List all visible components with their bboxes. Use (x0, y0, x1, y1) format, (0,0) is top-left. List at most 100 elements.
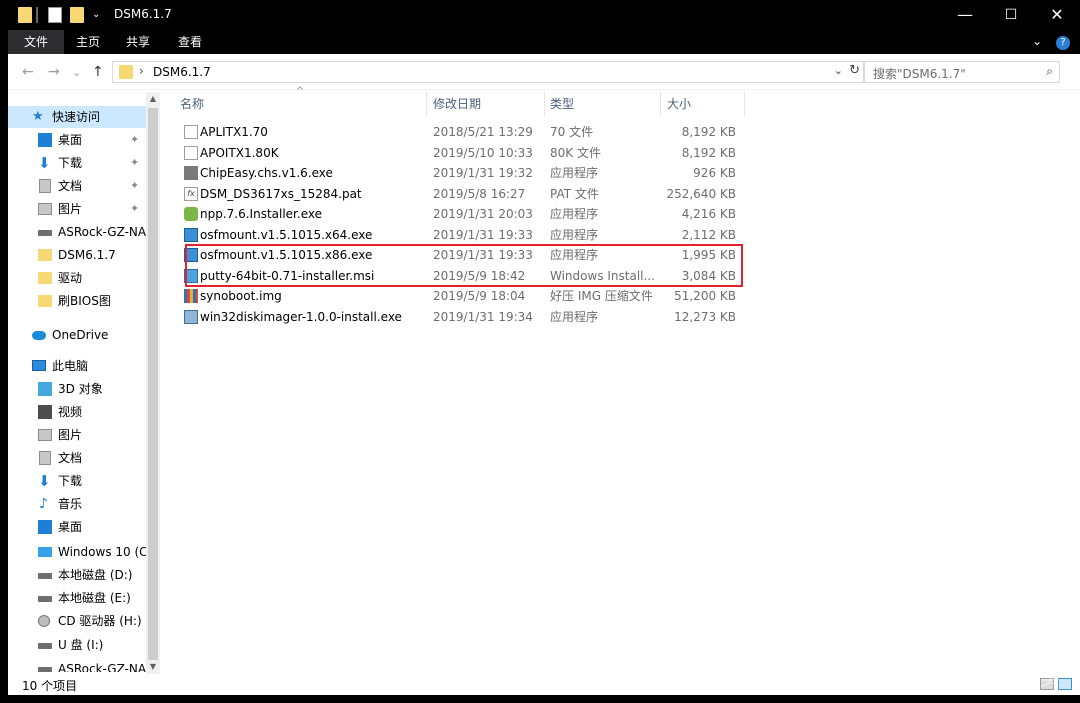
column-divider[interactable] (426, 92, 427, 116)
sidebar-item-label: ASRock-GZ-NA (58, 225, 146, 239)
tab-view[interactable]: 查看 (168, 30, 212, 54)
title-bar: ⌄ DSM6.1.7 — ☐ ✕ (8, 0, 1080, 30)
maximize-button[interactable]: ☐ (988, 0, 1034, 30)
close-button[interactable]: ✕ (1034, 0, 1080, 30)
folder-icon (119, 65, 133, 79)
address-path[interactable]: DSM6.1.7 (153, 65, 211, 79)
properties-icon[interactable] (48, 7, 62, 23)
sidebar-item-downloads-pc[interactable]: ⬇ 下载 (8, 470, 146, 492)
column-divider[interactable] (744, 92, 745, 116)
address-bar[interactable]: › DSM6.1.7 ⌄ ↻ (112, 61, 864, 83)
sidebar-item-onedrive[interactable]: OneDrive (8, 324, 146, 346)
sidebar-item-label: 文档 (58, 451, 83, 465)
file-size: 12,273 KB (674, 310, 736, 324)
sidebar-item-videos[interactable]: 视频 (8, 401, 146, 423)
file-row[interactable]: synoboot.img 2019/5/9 18:04 好压 IMG 压缩文件 … (180, 286, 744, 306)
file-size: 252,640 KB (666, 187, 736, 201)
sidebar-item-drive-e[interactable]: 本地磁盘 (E:) (8, 587, 146, 609)
archive-icon (184, 289, 198, 303)
sidebar-item-label: 3D 对象 (58, 382, 103, 396)
recent-locations-button[interactable]: ⌄ (72, 66, 81, 79)
pin-icon[interactable]: ✦ (130, 198, 139, 220)
sidebar-item-this-pc[interactable]: 此电脑 (8, 355, 146, 377)
sidebar-scrollbar[interactable]: ▲ ▼ (146, 92, 160, 674)
search-icon[interactable]: ⌕ (1046, 64, 1053, 79)
sidebar-item-drive-c[interactable]: Windows 10 (C (8, 541, 146, 563)
file-row[interactable]: win32diskimager-1.0.0-install.exe 2019/1… (180, 307, 744, 327)
help-icon[interactable]: ? (1056, 36, 1070, 50)
file-icon (184, 146, 198, 160)
chevron-right-icon[interactable]: › (139, 64, 144, 78)
sidebar-item-network-drive-2[interactable]: ASRock-GZ-NA (8, 658, 146, 672)
minimize-button[interactable]: — (942, 0, 988, 30)
ribbon-controls: ⌄ ? (1032, 34, 1070, 50)
sidebar-item-label: Windows 10 (C (58, 545, 146, 559)
sidebar-item-pictures-pc[interactable]: 图片 (8, 424, 146, 446)
pin-icon[interactable]: ✦ (130, 175, 139, 197)
refresh-button[interactable]: ↻ (849, 63, 860, 78)
folder-icon (38, 249, 52, 261)
file-row[interactable]: fx DSM_DS3617xs_15284.pat 2019/5/8 16:27… (180, 184, 744, 204)
desktop-icon (38, 133, 52, 147)
sidebar-item-3d-objects[interactable]: 3D 对象 (8, 378, 146, 400)
sidebar-item-label: 桌面 (58, 520, 83, 534)
file-date: 2019/1/31 19:32 (433, 166, 533, 180)
column-header-name[interactable]: 名称 (180, 92, 424, 116)
file-type: 好压 IMG 压缩文件 (550, 289, 653, 303)
new-folder-icon[interactable] (70, 7, 84, 23)
sidebar-item-documents-pc[interactable]: 文档 (8, 447, 146, 469)
pin-icon[interactable]: ✦ (130, 152, 139, 174)
sidebar-item-drive-i[interactable]: U 盘 (I:) (8, 634, 146, 656)
file-type: PAT 文件 (550, 187, 599, 201)
address-dropdown-button[interactable]: ⌄ (834, 64, 843, 77)
file-name: win32diskimager-1.0.0-install.exe (200, 310, 402, 324)
sidebar-item-bios[interactable]: 刷BIOS图 (8, 290, 146, 312)
column-header-size[interactable]: 大小 (667, 92, 737, 116)
sidebar-item-desktop-pc[interactable]: 桌面 (8, 516, 146, 538)
file-row[interactable]: APOITX1.80K 2019/5/10 10:33 80K 文件 8,192… (180, 143, 744, 163)
tab-home[interactable]: 主页 (66, 30, 110, 54)
back-button[interactable]: ← (22, 64, 34, 80)
forward-button[interactable]: → (48, 64, 60, 80)
sidebar-item-desktop[interactable]: 桌面 ✦ (8, 129, 146, 151)
column-header-type[interactable]: 类型 (550, 92, 660, 116)
file-date: 2019/5/9 18:04 (433, 289, 526, 303)
file-row[interactable]: osfmount.v1.5.1015.x86.exe 2019/1/31 19:… (180, 245, 744, 265)
sidebar-item-music[interactable]: ♪ 音乐 (8, 493, 146, 515)
sidebar-item-drive-h[interactable]: CD 驱动器 (H:) (8, 610, 146, 632)
scroll-down-arrow[interactable]: ▼ (146, 660, 160, 674)
sidebar-item-downloads[interactable]: ⬇ 下载 ✦ (8, 152, 146, 174)
file-size: 3,084 KB (681, 269, 736, 283)
sidebar-item-quick-access[interactable]: ★ 快速访问 (8, 106, 146, 128)
tab-file[interactable]: 文件 (8, 30, 64, 54)
search-box[interactable]: 搜索"DSM6.1.7" ⌕ (864, 61, 1060, 83)
sidebar-item-pictures[interactable]: 图片 ✦ (8, 198, 146, 220)
up-button[interactable]: ↑ (92, 64, 104, 80)
column-header-date[interactable]: 修改日期 (433, 92, 543, 116)
sidebar-item-dsm[interactable]: DSM6.1.7 (8, 244, 146, 266)
file-row[interactable]: osfmount.v1.5.1015.x64.exe 2019/1/31 19:… (180, 225, 744, 245)
column-divider[interactable] (544, 92, 545, 116)
document-icon (39, 451, 51, 465)
file-row[interactable]: npp.7.6.Installer.exe 2019/1/31 20:03 应用… (180, 204, 744, 224)
scroll-up-arrow[interactable]: ▲ (146, 92, 160, 106)
sidebar-item-drive-d[interactable]: 本地磁盘 (D:) (8, 564, 146, 586)
pin-icon[interactable]: ✦ (130, 129, 139, 151)
column-divider[interactable] (660, 92, 661, 116)
drive-icon (38, 573, 52, 579)
sidebar-item-drivers[interactable]: 驱动 (8, 267, 146, 289)
msi-icon (184, 269, 198, 283)
tab-share[interactable]: 共享 (116, 30, 160, 54)
scrollbar-thumb[interactable] (148, 108, 158, 660)
file-row[interactable]: putty-64bit-0.71-installer.msi 2019/5/9 … (180, 266, 744, 286)
file-row[interactable]: ChipEasy.chs.v1.6.exe 2019/1/31 19:32 应用… (180, 163, 744, 183)
download-icon: ⬇ (38, 472, 51, 490)
sidebar-item-documents[interactable]: 文档 ✦ (8, 175, 146, 197)
folder-icon (38, 295, 52, 307)
large-icons-view-icon[interactable] (1058, 678, 1072, 690)
file-row[interactable]: APLITX1.70 2018/5/21 13:29 70 文件 8,192 K… (180, 122, 744, 142)
customize-quick-access-icon[interactable]: ⌄ (92, 9, 102, 25)
sidebar-item-network-drive[interactable]: ASRock-GZ-NA (8, 221, 146, 243)
search-placeholder: 搜索"DSM6.1.7" (873, 67, 966, 81)
expand-ribbon-icon[interactable]: ⌄ (1032, 34, 1042, 48)
